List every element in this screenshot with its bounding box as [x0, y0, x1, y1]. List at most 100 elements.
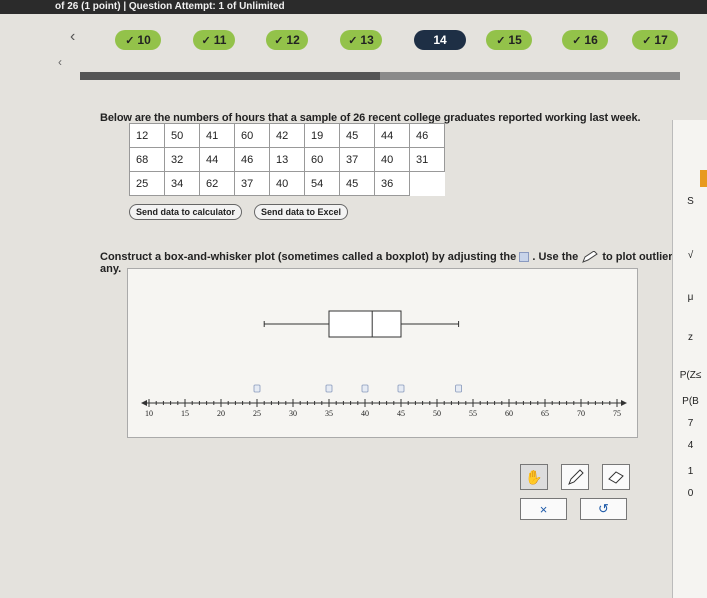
tool-palette: ✋ — [520, 464, 630, 490]
header-bar: of 26 (1 point) | Question Attempt: 1 of… — [0, 0, 707, 14]
chevron-left-small-icon[interactable]: ‹ — [58, 55, 62, 69]
send-to-calculator-button[interactable]: Send data to calculator — [129, 204, 243, 220]
axis-arrow-left — [141, 400, 147, 406]
table-cell: 25 — [129, 171, 165, 196]
table-row: 25 34 62 37 40 54 45 36 — [129, 171, 445, 196]
table-cell: 12 — [129, 123, 165, 148]
side-panel-item[interactable]: √ — [673, 250, 707, 261]
question-10-button[interactable]: ✓ 10 — [115, 30, 161, 50]
drag-handle[interactable] — [325, 384, 333, 393]
table-cell: 42 — [269, 123, 305, 148]
hand-icon[interactable]: ✋ — [520, 464, 548, 490]
question-number: 17 — [654, 33, 668, 47]
action-buttons: × ↺ — [520, 498, 627, 520]
table-cell: 44 — [199, 147, 235, 172]
checkmark-icon: ✓ — [572, 34, 582, 47]
table-cell: 40 — [374, 147, 410, 172]
checkmark-icon: ✓ — [125, 34, 135, 47]
question-number: 12 — [286, 33, 300, 47]
tick-label: 70 — [577, 409, 585, 418]
tick-label: 10 — [145, 409, 153, 418]
side-panel-item[interactable]: z — [673, 332, 707, 343]
tick-label: 15 — [181, 409, 189, 418]
question-17-button[interactable]: ✓ 17 — [632, 30, 678, 50]
pencil-icon[interactable] — [561, 464, 589, 490]
side-panel-item[interactable]: μ — [673, 292, 707, 303]
undo-button[interactable]: ↺ — [580, 498, 627, 520]
question-16-button[interactable]: ✓ 16 — [562, 30, 608, 50]
table-cell: 45 — [339, 171, 375, 196]
table-cell: 32 — [164, 147, 200, 172]
tick-label: 20 — [217, 409, 225, 418]
table-cell: 41 — [199, 123, 235, 148]
tick-label: 25 — [253, 409, 261, 418]
question-13-button[interactable]: ✓ 13 — [340, 30, 382, 50]
table-cell: 13 — [269, 147, 305, 172]
question-11-button[interactable]: ✓ 11 — [193, 30, 235, 50]
question-14-button[interactable]: 14 — [414, 30, 466, 50]
table-cell: 45 — [339, 123, 375, 148]
pencil-mini-icon — [582, 251, 599, 263]
table-cell: 68 — [129, 147, 165, 172]
question-number: 16 — [584, 33, 598, 47]
side-panel-item[interactable]: P(Z≤ — [673, 370, 707, 381]
side-panel-item[interactable]: P(B — [673, 396, 707, 407]
table-cell: 50 — [164, 123, 200, 148]
data-table: 12 50 41 60 42 19 45 44 46 68 32 44 46 13 60 37 40 31 25 34… — [129, 123, 445, 196]
table-cell: 36 — [374, 171, 410, 196]
table-cell: 40 — [269, 171, 305, 196]
tick-label: 30 — [289, 409, 297, 418]
tick-label: 60 — [505, 409, 513, 418]
table-cell: 31 — [409, 147, 445, 172]
checkmark-icon: ✓ — [348, 34, 358, 47]
side-panel-item[interactable]: 1 — [673, 466, 707, 477]
drag-handle[interactable] — [455, 384, 463, 393]
drag-handle[interactable] — [361, 384, 369, 393]
tick-label: 45 — [397, 409, 405, 418]
tick-label: 40 — [361, 409, 369, 418]
tick-label: 65 — [541, 409, 549, 418]
checkmark-icon: ✓ — [201, 34, 211, 47]
chevron-left-icon[interactable]: ‹ — [70, 28, 75, 46]
table-cell: 46 — [409, 123, 445, 148]
side-panel-item[interactable]: 7 — [673, 418, 707, 429]
question-number: 13 — [360, 33, 374, 47]
drag-handle[interactable] — [397, 384, 405, 393]
table-cell: 46 — [234, 147, 270, 172]
question-number: 11 — [213, 33, 227, 47]
question-number: 15 — [508, 33, 522, 47]
drag-handle[interactable] — [253, 384, 261, 393]
box[interactable] — [328, 310, 402, 338]
table-cell: 34 — [164, 171, 200, 196]
boxplot-svg[interactable]: 10 15 20 25 30 35 40 45 50 55 60 65 70 75 — [128, 269, 637, 437]
checkmark-icon: ✓ — [642, 34, 652, 47]
table-cell: 62 — [199, 171, 235, 196]
tick-label: 50 — [433, 409, 441, 418]
question-15-button[interactable]: ✓ 15 — [486, 30, 532, 50]
send-to-excel-button[interactable]: Send data to Excel — [254, 204, 349, 220]
header-title: of 26 (1 point) | Question Attempt: 1 of… — [55, 1, 285, 12]
question-12-button[interactable]: ✓ 12 — [266, 30, 308, 50]
checkmark-icon: ✓ — [496, 34, 506, 47]
table-row: 68 32 44 46 13 60 37 40 31 — [129, 147, 445, 172]
table-cell: 54 — [304, 171, 340, 196]
handle-icon — [519, 252, 530, 263]
boxplot-panel[interactable]: 10 15 20 25 30 35 40 45 50 55 60 65 70 75 — [127, 268, 638, 438]
checkmark-icon: ✓ — [274, 34, 284, 47]
table-cell: 44 — [374, 123, 410, 148]
side-panel-item[interactable]: S — [673, 196, 707, 207]
tick-label: 35 — [325, 409, 333, 418]
side-panel-item[interactable]: 0 — [673, 488, 707, 499]
progress-fill — [80, 72, 380, 80]
table-cell: 37 — [339, 147, 375, 172]
tick-label: 75 — [613, 409, 621, 418]
side-panel-item[interactable]: 4 — [673, 440, 707, 451]
eraser-icon[interactable] — [602, 464, 630, 490]
table-row: 12 50 41 60 42 19 45 44 46 — [129, 123, 445, 148]
clear-button[interactable]: × — [520, 498, 567, 520]
side-badge — [700, 170, 707, 187]
axis-arrow-right — [621, 400, 627, 406]
table-cell: 60 — [234, 123, 270, 148]
side-panel: S √ μ z P(Z≤ P(B 7 4 1 0 — [672, 120, 707, 598]
question-number: 10 — [137, 33, 151, 47]
